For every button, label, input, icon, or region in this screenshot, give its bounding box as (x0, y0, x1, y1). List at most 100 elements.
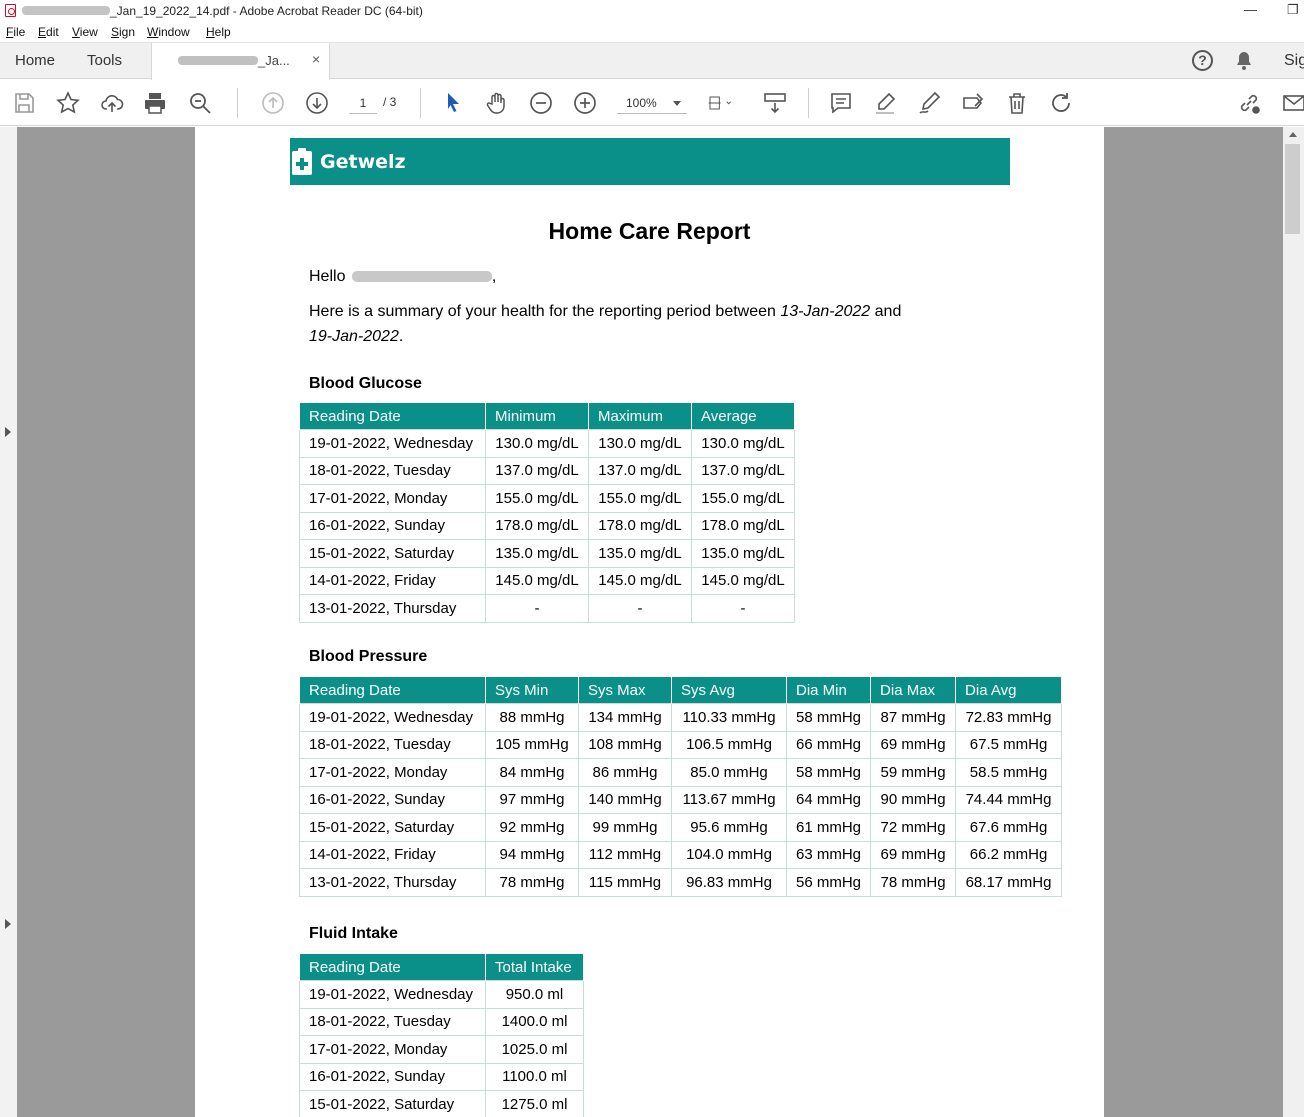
search-zoom-icon[interactable] (188, 91, 212, 115)
tab-document[interactable]: _Ja... × (151, 43, 330, 80)
value-cell: 106.5 mmHg (671, 730, 787, 759)
zoom-out-icon[interactable] (529, 91, 553, 115)
value-cell: 130.0 mg/dL (485, 429, 589, 458)
zoom-in-icon[interactable] (573, 91, 597, 115)
table-row: 19-01-2022, Wednesday 88 mmHg 134 mmHg 110.… (299, 703, 1063, 732)
fluid-intake-heading: Fluid Intake (309, 925, 398, 942)
value-cell: 145.0 mg/dL (691, 566, 795, 595)
value-cell: 155.0 mg/dL (588, 484, 692, 513)
value-cell: 130.0 mg/dL (588, 429, 692, 458)
bookmark-star-icon[interactable] (56, 91, 80, 115)
value-cell: 1400.0 ml (485, 1007, 584, 1036)
highlight-icon[interactable] (873, 91, 897, 115)
scrollbar-thumb[interactable] (1285, 144, 1300, 234)
value-cell: 108 mmHg (578, 730, 672, 759)
value-cell: 78 mmHg (485, 868, 579, 897)
fit-page-icon[interactable] (708, 91, 744, 115)
expand-left-panel-icon[interactable] (5, 919, 11, 929)
page-up-icon[interactable] (261, 91, 285, 115)
value-cell: 58 mmHg (785, 758, 872, 787)
value-cell: 97 mmHg (485, 785, 579, 814)
table-header-row: Reading Date Sys Min Sys Max Sys Avg Dia Min… (299, 676, 1063, 704)
hand-icon[interactable] (485, 91, 509, 115)
pdf-file-icon (5, 4, 16, 17)
value-cell: 155.0 mg/dL (691, 484, 795, 513)
reading-date-cell: 19-01-2022, Wednesday (299, 980, 486, 1009)
share-link-icon[interactable] (1237, 91, 1261, 115)
blood-glucose-table: Reading Date Minimum Maximum Average 19-01-2… (299, 402, 795, 623)
report-title: Home Care Report (548, 218, 751, 244)
tab-home[interactable]: Home (15, 43, 55, 79)
save-icon[interactable] (12, 91, 36, 115)
value-cell: 86 mmHg (578, 758, 672, 787)
help-icon[interactable]: ? (1192, 50, 1213, 71)
value-cell: 140 mmHg (578, 785, 672, 814)
restore-button[interactable]: ❐ (1287, 2, 1299, 18)
reading-date-cell: 13-01-2022, Thursday (299, 594, 486, 623)
value-cell: 115 mmHg (578, 868, 672, 897)
value-cell: 99 mmHg (578, 813, 672, 842)
column-header: Dia Min (785, 676, 872, 704)
value-cell: 134 mmHg (578, 703, 672, 732)
sign-pen-icon[interactable] (917, 91, 941, 115)
value-cell: 64 mmHg (785, 785, 872, 814)
expand-left-panel-icon[interactable] (5, 427, 11, 437)
email-icon[interactable] (1282, 91, 1304, 115)
menu-view[interactable]: View (72, 25, 98, 39)
sign-in-link[interactable]: Sig (1284, 52, 1304, 70)
redacted-filename (22, 6, 110, 15)
close-tab-icon[interactable]: × (312, 51, 320, 67)
notifications-bell-icon[interactable] (1235, 51, 1253, 71)
page-number-input[interactable]: 1 (349, 92, 377, 114)
menu-help[interactable]: Help (206, 25, 231, 39)
reading-date-cell: 16-01-2022, Sunday (299, 511, 486, 540)
page-total: / 3 (383, 95, 397, 109)
value-cell: 135.0 mg/dL (485, 539, 589, 568)
value-cell: 95.6 mmHg (671, 813, 787, 842)
main-toolbar: 1 / 3 100% (0, 80, 1304, 126)
brand-name: Getwelz (320, 151, 406, 173)
fill-sign-icon[interactable] (961, 91, 985, 115)
reading-date-cell: 18-01-2022, Tuesday (299, 456, 486, 485)
redacted-patient-name (351, 271, 492, 283)
value-cell: 87 mmHg (870, 703, 957, 732)
value-cell: 950.0 ml (485, 980, 584, 1009)
reading-date-cell: 14-01-2022, Friday (299, 566, 486, 595)
value-cell: 56 mmHg (785, 868, 872, 897)
menu-edit[interactable]: Edit (38, 25, 59, 39)
tab-tools[interactable]: Tools (87, 43, 122, 79)
menu-window[interactable]: Window (147, 25, 190, 39)
value-cell: - (588, 594, 692, 623)
menu-sign[interactable]: Sign (111, 25, 135, 39)
delete-icon[interactable] (1005, 91, 1029, 115)
zoom-value: 100% (626, 96, 657, 110)
period-end-date: 19-Jan-2022 (309, 328, 399, 345)
scroll-up-icon[interactable] (1289, 132, 1297, 137)
scroll-mode-icon[interactable] (763, 91, 787, 115)
table-header-row: Reading Date Minimum Maximum Average (299, 402, 795, 430)
table-row: 16-01-2022, Sunday 1100.0 ml (299, 1062, 584, 1091)
value-cell: 135.0 mg/dL (691, 539, 795, 568)
value-cell: 66 mmHg (785, 730, 872, 759)
table-row: 15-01-2022, Saturday 135.0 mg/dL 135.0 mg/… (299, 539, 795, 568)
comment-icon[interactable] (829, 91, 853, 115)
zoom-select[interactable]: 100% (617, 92, 687, 114)
value-cell: 69 mmHg (870, 840, 957, 869)
value-cell: 104.0 mmHg (671, 840, 787, 869)
value-cell: 105 mmHg (485, 730, 579, 759)
reading-date-cell: 18-01-2022, Tuesday (299, 1007, 486, 1036)
table-row: 17-01-2022, Monday 1025.0 ml (299, 1035, 584, 1064)
table-row: 14-01-2022, Friday 94 mmHg 112 mmHg 104.0 m… (299, 840, 1063, 869)
menu-file[interactable]: File (6, 25, 25, 39)
rotate-icon[interactable] (1049, 91, 1073, 115)
value-cell: 1275.0 ml (485, 1090, 584, 1117)
select-cursor-icon[interactable] (441, 91, 465, 115)
page-down-icon[interactable] (305, 91, 329, 115)
minimize-button[interactable]: — (1244, 2, 1257, 17)
print-icon[interactable] (143, 91, 167, 115)
value-cell: 178.0 mg/dL (588, 511, 692, 540)
upload-cloud-icon[interactable] (100, 91, 124, 115)
vertical-scrollbar[interactable] (1283, 127, 1304, 1117)
value-cell: 85.0 mmHg (671, 758, 787, 787)
value-cell: 145.0 mg/dL (588, 566, 692, 595)
